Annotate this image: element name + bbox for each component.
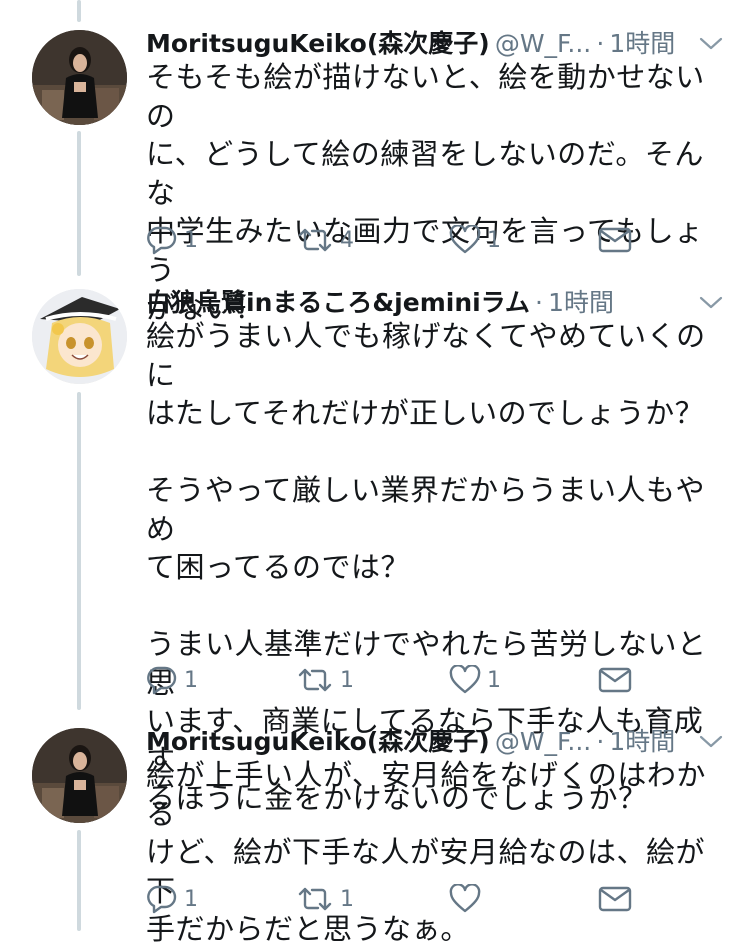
avatar[interactable] [32,728,127,823]
dm-icon [598,886,632,912]
retweet-icon [296,226,334,254]
dm-button[interactable] [598,222,632,258]
author-handle[interactable]: @W_F... [495,29,591,58]
tweet[interactable]: 白狼烏鷺inまるころ&jeminiラム · 1時間 絵がうまい人でも稼げなくてや… [0,283,749,815]
reply-icon [146,884,178,914]
avatar[interactable] [32,30,127,125]
separator: · [596,727,605,756]
retweet-count: 4 [340,227,354,253]
dm-icon [598,667,632,693]
dm-icon [598,227,632,253]
retweet-count: 1 [340,886,354,912]
like-button[interactable] [449,881,487,917]
tweet-text: 絵が上手い人が、安月給をなげくのはわかる けど、絵が下手な人が安月給なのは、絵が… [146,758,706,946]
retweet-count: 1 [340,667,354,693]
like-button[interactable]: 1 [449,222,501,258]
retweet-button[interactable]: 1 [296,881,354,917]
caret-down-icon[interactable] [699,295,723,314]
timestamp[interactable]: 1時間 [548,288,614,317]
separator: · [535,288,543,317]
reply-button[interactable]: 1 [146,662,198,698]
reply-button[interactable]: 1 [146,222,198,258]
dm-button[interactable] [598,662,632,698]
thread-line [77,0,81,22]
reply-icon [146,225,178,255]
retweet-icon [296,885,334,913]
tweet[interactable]: MoritsuguKeiko(森次慶子) @W_F... · 1時間 そもそも絵… [0,24,749,325]
tweet-actions: 1 4 1 [146,222,646,258]
author-name[interactable]: MoritsuguKeiko(森次慶子) [146,727,490,756]
reply-icon [146,665,178,695]
dm-button[interactable] [598,881,632,917]
reply-count: 1 [184,886,198,912]
like-count: 1 [487,667,501,693]
like-icon [449,884,481,914]
separator: · [596,29,605,58]
like-icon [449,225,481,255]
caret-down-icon[interactable] [699,36,723,55]
reply-count: 1 [184,667,198,693]
timestamp[interactable]: 1時間 [609,727,675,756]
author-name[interactable]: 白狼烏鷺inまるころ&jeminiラム [146,288,530,317]
like-button[interactable]: 1 [449,662,501,698]
caret-down-icon[interactable] [699,734,723,753]
avatar[interactable] [32,289,127,384]
timestamp[interactable]: 1時間 [609,29,675,58]
author-handle[interactable]: @W_F... [495,727,591,756]
tweet[interactable]: MoritsuguKeiko(森次慶子) @W_F... · 1時間 絵が上手い… [0,722,749,946]
tweet-actions: 1 1 [146,881,646,917]
reply-count: 1 [184,227,198,253]
tweet-actions: 1 1 1 [146,662,646,698]
retweet-button[interactable]: 4 [296,222,354,258]
reply-button[interactable]: 1 [146,881,198,917]
like-count: 1 [487,227,501,253]
retweet-button[interactable]: 1 [296,662,354,698]
like-icon [449,665,481,695]
author-name[interactable]: MoritsuguKeiko(森次慶子) [146,29,490,58]
retweet-icon [296,666,334,694]
